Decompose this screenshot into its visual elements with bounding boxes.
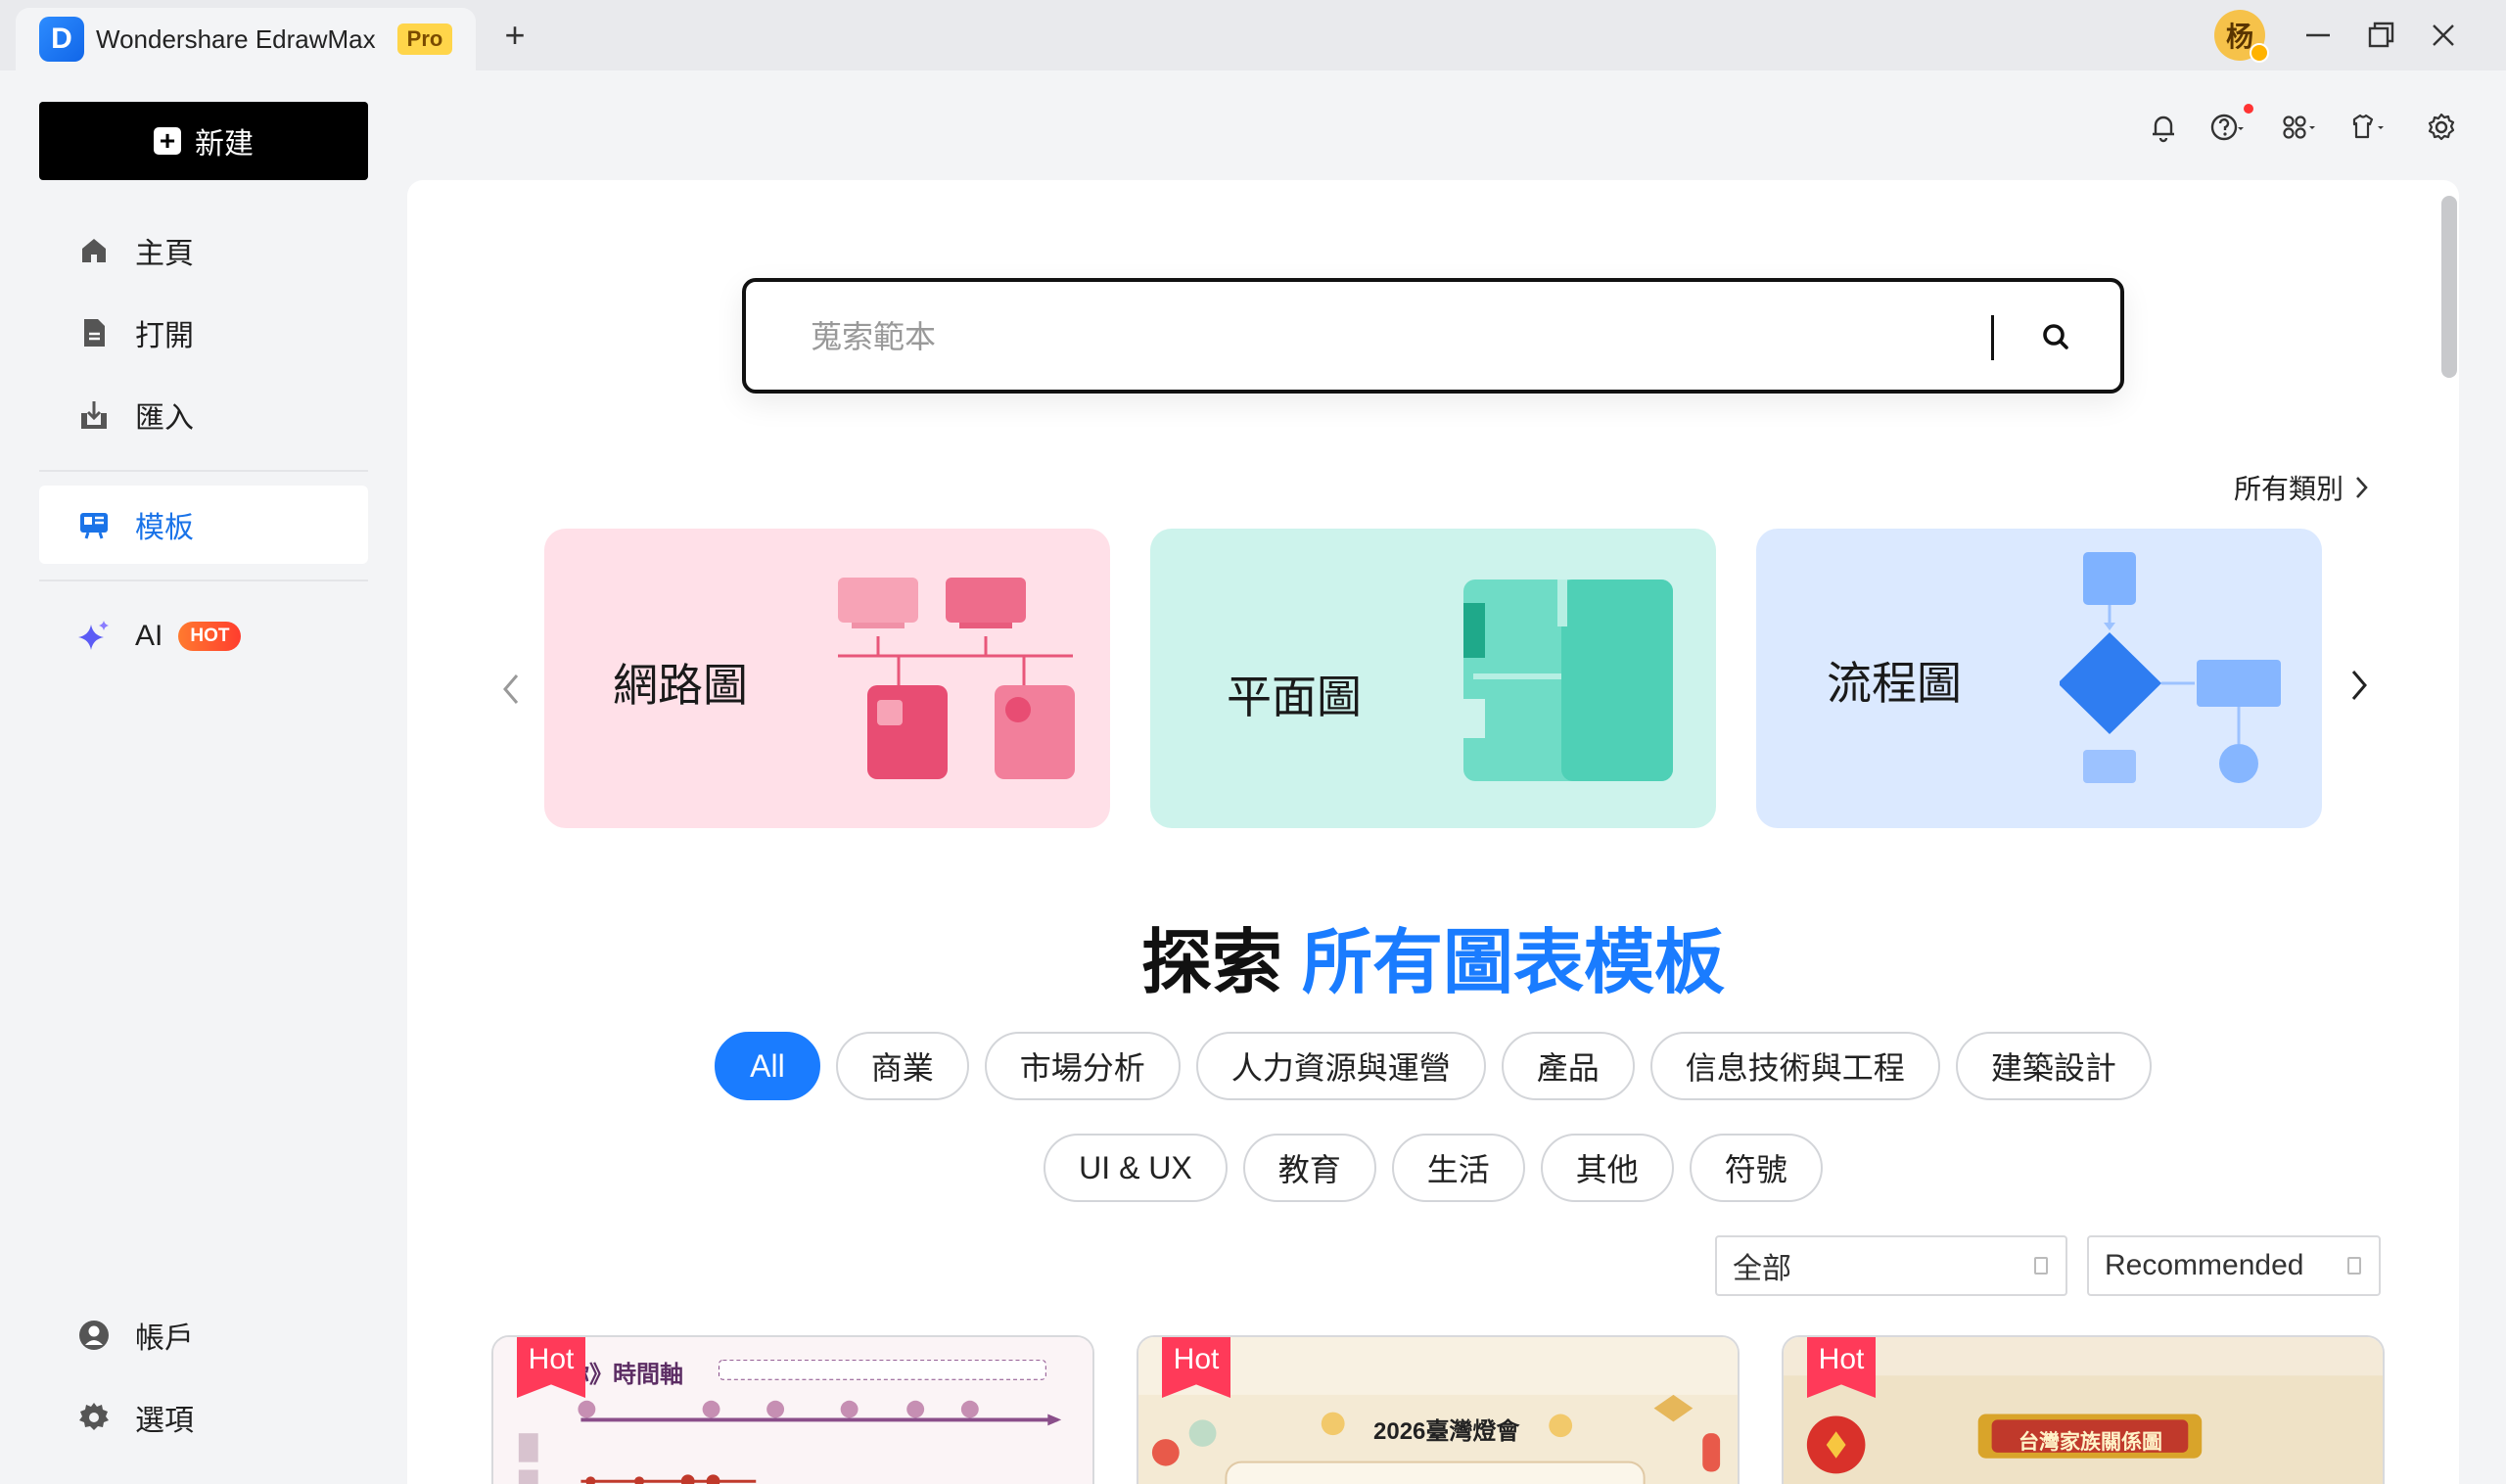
filter-chip-symbols[interactable]: 符號 bbox=[1689, 1134, 1823, 1202]
network-diagram-icon bbox=[838, 578, 1075, 779]
notification-dot bbox=[2244, 104, 2253, 114]
bell-icon[interactable] bbox=[2144, 108, 2183, 147]
sort-select[interactable]: Recommended bbox=[2087, 1235, 2381, 1296]
all-categories-link[interactable]: 所有類別 bbox=[2234, 468, 2371, 507]
filter-chip-education[interactable]: 教育 bbox=[1242, 1134, 1376, 1202]
carousel-prev-icon[interactable] bbox=[493, 660, 529, 719]
apps-icon[interactable] bbox=[2279, 108, 2318, 147]
verified-badge-icon bbox=[2250, 43, 2269, 63]
theme-shirt-icon[interactable] bbox=[2347, 108, 2387, 147]
sidebar-item-templates[interactable]: 模板 bbox=[39, 486, 368, 564]
edrawmax-logo-icon: D bbox=[39, 17, 84, 62]
sidebar-item-label: 帳戶 bbox=[135, 1322, 194, 1355]
sparkle-icon bbox=[78, 621, 109, 650]
home-icon bbox=[82, 239, 106, 262]
search-icon[interactable] bbox=[2036, 317, 2075, 356]
filter-chip-hr-operations[interactable]: 人力資源與運營 bbox=[1195, 1032, 1486, 1100]
minimize-icon[interactable] bbox=[2297, 14, 2340, 57]
category-card-floor-plan[interactable]: 平面圖 bbox=[1150, 529, 1716, 828]
search-input[interactable] bbox=[811, 315, 1936, 358]
template-card-title: 台灣家族關係圖 bbox=[2019, 1431, 2162, 1454]
sidebar-item-home[interactable]: 主頁 bbox=[39, 211, 368, 290]
sidebar-item-label: 選項 bbox=[135, 1405, 194, 1437]
app-name: Wondershare EdrawMax bbox=[96, 23, 376, 54]
sidebar-divider bbox=[39, 470, 368, 472]
vertical-scrollbar[interactable] bbox=[2441, 196, 2457, 378]
filter-chip-it-engineering[interactable]: 信息技術與工程 bbox=[1649, 1032, 1940, 1100]
category-card-label: 網路圖 bbox=[613, 660, 748, 711]
import-icon bbox=[81, 401, 107, 429]
flowchart-icon bbox=[2060, 552, 2281, 783]
category-card-label: 流程圖 bbox=[1827, 658, 1962, 709]
template-card-family-tree[interactable]: Hot 台灣家族關係圖 bbox=[1782, 1335, 2385, 1484]
sidebar-item-ai[interactable]: AI HOT bbox=[39, 597, 368, 675]
sidebar-item-label: 匯入 bbox=[135, 402, 194, 435]
sidebar-divider bbox=[39, 580, 368, 581]
hot-badge: HOT bbox=[178, 622, 242, 651]
filter-chip-ui-ux[interactable]: UI & UX bbox=[1044, 1134, 1228, 1202]
template-icon bbox=[80, 513, 108, 539]
sidebar-item-open[interactable]: 打開 bbox=[39, 294, 368, 372]
gear-icon bbox=[79, 1403, 109, 1430]
sidebar-item-label: 打開 bbox=[135, 320, 194, 352]
template-card-lantern-festival[interactable]: Hot 2026臺灣燈會 bbox=[1137, 1335, 1740, 1484]
plus-icon: + bbox=[154, 127, 181, 155]
all-categories-label: 所有類別 bbox=[2234, 474, 2344, 504]
user-icon bbox=[79, 1321, 109, 1350]
template-card-title: 2026臺灣燈會 bbox=[1373, 1418, 1520, 1445]
avatar[interactable]: 杨 bbox=[2214, 10, 2269, 63]
filter-chip-product[interactable]: 產品 bbox=[1501, 1032, 1635, 1100]
filter-chips-row-1: All 商業 市場分析 人力資源與運營 產品 信息技術與工程 建築設計 bbox=[407, 1032, 2459, 1100]
close-icon[interactable] bbox=[2422, 14, 2465, 57]
restore-icon[interactable] bbox=[2359, 14, 2402, 57]
main-content: 所有類別 網路圖 平面圖 流程圖 bbox=[407, 180, 2459, 1484]
filter-chip-business[interactable]: 商業 bbox=[835, 1032, 969, 1100]
new-button-label: 新建 bbox=[195, 128, 254, 161]
new-tab-button[interactable]: + bbox=[497, 18, 533, 53]
template-card-timeline[interactable]: Hot 你》時間軸 bbox=[491, 1335, 1094, 1484]
filter-chip-market-analysis[interactable]: 市場分析 bbox=[984, 1032, 1181, 1100]
sidebar-item-import[interactable]: 匯入 bbox=[39, 376, 368, 454]
filter-chip-life[interactable]: 生活 bbox=[1391, 1134, 1525, 1202]
settings-gear-icon[interactable] bbox=[2422, 108, 2461, 147]
carousel-next-icon[interactable] bbox=[2342, 656, 2377, 715]
sidebar-item-options[interactable]: 選項 bbox=[39, 1378, 368, 1457]
scope-select[interactable]: 全部 bbox=[1715, 1235, 2067, 1296]
category-card-network[interactable]: 網路圖 bbox=[544, 529, 1110, 828]
chevron-right-icon bbox=[2356, 477, 2368, 498]
filter-chip-architecture[interactable]: 建築設計 bbox=[1955, 1032, 2152, 1100]
search-separator bbox=[1991, 315, 1994, 360]
explore-heading-accent: 所有圖表模板 bbox=[1302, 924, 1726, 1002]
floor-plan-icon bbox=[1463, 580, 1673, 781]
filter-chips-row-2: UI & UX 教育 生活 其他 符號 bbox=[407, 1134, 2459, 1202]
sidebar-item-label: AI bbox=[135, 620, 163, 652]
app-tab[interactable]: D Wondershare EdrawMax Pro bbox=[16, 8, 476, 70]
pro-badge: Pro bbox=[396, 23, 453, 55]
dropdown-icon bbox=[2034, 1257, 2048, 1275]
sidebar-item-account[interactable]: 帳戶 bbox=[39, 1296, 368, 1374]
search-box bbox=[742, 278, 2124, 394]
filter-chip-other[interactable]: 其他 bbox=[1540, 1134, 1674, 1202]
explore-heading-black: 探索 bbox=[1140, 924, 1282, 1002]
explore-heading: 探索 所有圖表模板 bbox=[407, 904, 2459, 1007]
filter-chip-all[interactable]: All bbox=[715, 1032, 820, 1100]
category-card-label: 平面圖 bbox=[1227, 672, 1362, 722]
sort-select-value: Recommended bbox=[2105, 1249, 2304, 1281]
new-button[interactable]: + 新建 bbox=[39, 102, 368, 180]
help-icon[interactable] bbox=[2206, 108, 2246, 147]
sidebar-item-label: 模板 bbox=[135, 512, 194, 544]
dropdown-icon bbox=[2347, 1257, 2361, 1275]
category-card-flowchart[interactable]: 流程圖 bbox=[1756, 529, 2322, 828]
title-bar: D Wondershare EdrawMax Pro + 杨 bbox=[0, 0, 2506, 70]
scope-select-value: 全部 bbox=[1733, 1253, 1791, 1285]
sidebar-item-label: 主頁 bbox=[135, 238, 194, 270]
file-icon bbox=[84, 319, 105, 347]
